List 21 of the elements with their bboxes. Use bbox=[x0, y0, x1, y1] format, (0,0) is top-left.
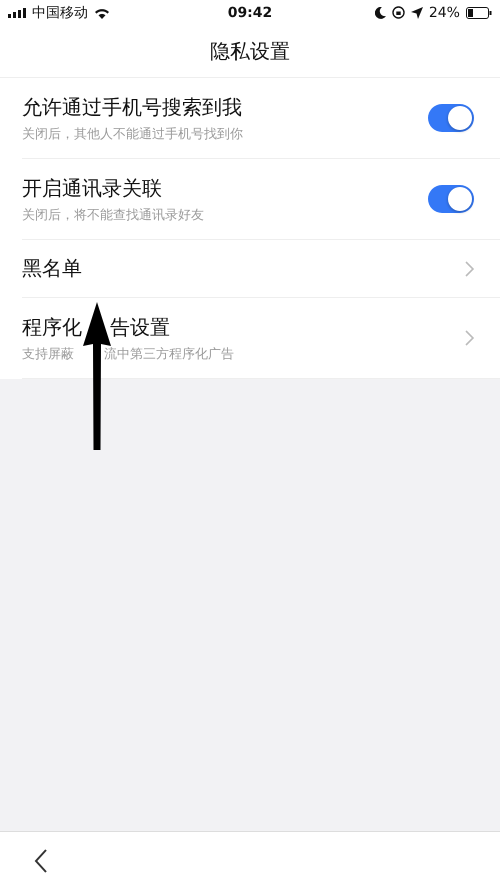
wifi-icon bbox=[94, 6, 110, 18]
signal-icon bbox=[8, 8, 26, 18]
setting-title: 开启通讯录关联 bbox=[22, 174, 163, 202]
toggle-switch[interactable] bbox=[428, 185, 474, 213]
toggle-switch[interactable] bbox=[428, 104, 474, 132]
page-title: 隐私设置 bbox=[210, 38, 290, 64]
battery-icon bbox=[466, 6, 492, 18]
setting-description: 流中第三方程序化广告 bbox=[104, 346, 234, 362]
setting-title: 告设置 bbox=[110, 314, 170, 340]
rotation-lock-icon bbox=[392, 6, 405, 19]
status-time: 09:42 bbox=[228, 4, 272, 20]
moon-icon bbox=[374, 6, 386, 18]
setting-description: 支持屏蔽 bbox=[22, 346, 74, 362]
carrier-name: 中国移动 bbox=[32, 4, 88, 22]
setting-title: 程序化 bbox=[22, 314, 82, 340]
battery-percent: 24% bbox=[428, 4, 460, 20]
setting-description: 关闭后，将不能查找通讯录好友 bbox=[22, 206, 205, 224]
setting-description: 关闭后，其他人不能通过手机号找到你 bbox=[22, 126, 244, 142]
setting-title: 黑名单 bbox=[22, 255, 83, 282]
setting-title: 允许通过手机号搜索到我 bbox=[22, 94, 243, 120]
location-icon bbox=[410, 6, 423, 18]
